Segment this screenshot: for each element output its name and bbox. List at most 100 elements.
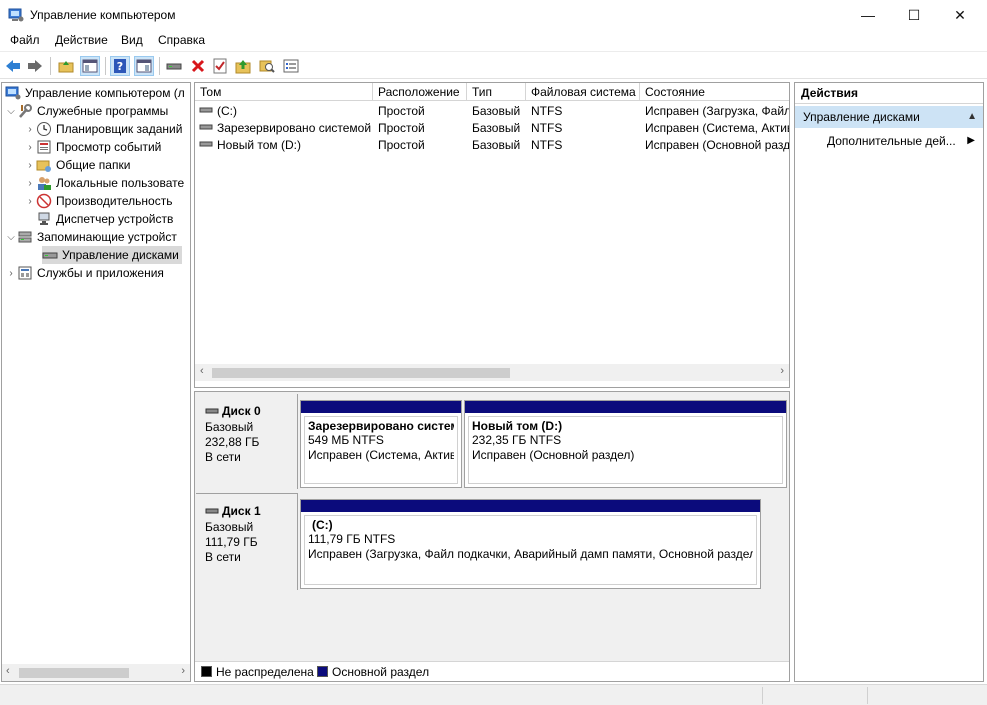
volume-filesystem: NTFS — [531, 138, 563, 152]
tree-item-shared-folders[interactable]: › Общие папки — [24, 156, 130, 174]
tree-item-label: Служебные программы — [37, 104, 169, 118]
show-hide-action-icon[interactable] — [134, 56, 154, 76]
svg-text:?: ? — [117, 60, 123, 73]
help-icon[interactable]: ? — [110, 56, 130, 76]
tree-item-services-apps[interactable]: › Службы и приложения — [5, 264, 164, 282]
scrollbar-thumb[interactable] — [212, 368, 510, 378]
tree-item-performance[interactable]: › Производительность — [24, 192, 172, 210]
legend-unallocated-swatch — [201, 666, 212, 677]
legend-unallocated-label: Не распределена — [216, 665, 314, 679]
volume-type: Базовый — [472, 138, 521, 152]
close-button[interactable]: ✕ — [937, 0, 983, 30]
partition-c[interactable]: (C:) 111,79 ГБ NTFS Исправен (Загрузка, … — [300, 499, 761, 589]
disk-management-icon — [42, 247, 58, 263]
tree-item-label: Локальные пользовате — [56, 176, 185, 190]
show-hide-tree-icon[interactable] — [80, 56, 100, 76]
tree-item-device-manager[interactable]: Диспетчер устройств — [36, 210, 173, 228]
tree-item-local-users[interactable]: › Локальные пользовате — [24, 174, 184, 192]
actions-section-disk-management[interactable]: Управление дисками ▲ — [795, 106, 983, 128]
chevron-right-icon[interactable]: › — [24, 142, 36, 153]
column-header-type[interactable]: Тип — [467, 83, 526, 101]
disk-name: Диск 1 — [205, 504, 261, 518]
disk-status: В сети — [205, 450, 241, 464]
chevron-right-icon[interactable]: › — [24, 160, 36, 171]
volume-name: Новый том (D:) — [217, 138, 301, 152]
chevron-right-icon[interactable]: › — [24, 178, 36, 189]
properties-icon[interactable] — [210, 56, 230, 76]
up-folder-icon[interactable] — [56, 56, 76, 76]
delete-icon[interactable] — [188, 56, 208, 76]
table-row[interactable]: Новый том (D:) Простой Базовый NTFS Испр… — [195, 137, 789, 154]
table-row[interactable]: Зарезервировано системой Простой Базовый… — [195, 120, 789, 137]
column-header-layout[interactable]: Расположение — [373, 83, 467, 101]
partition-size: 232,35 ГБ NTFS — [472, 433, 562, 447]
volume-icon — [199, 103, 215, 120]
back-arrow-icon[interactable] — [3, 56, 23, 76]
partition-reserved[interactable]: Зарезервировано систем 549 МБ NTFS Испра… — [300, 400, 462, 488]
volume-status: Исправен (Основной разд — [645, 138, 789, 152]
disk-0-label[interactable]: Диск 0 Базовый 232,88 ГБ В сети — [196, 394, 298, 489]
menu-view[interactable]: Вид — [121, 33, 143, 47]
actions-pane: Действия Управление дисками ▲ Дополнител… — [794, 82, 984, 682]
legend-primary-label: Основной раздел — [332, 665, 430, 679]
scroll-left-icon[interactable]: ‹ — [200, 365, 204, 377]
search-folder-icon[interactable] — [257, 56, 277, 76]
scroll-left-icon[interactable]: ‹ — [6, 665, 10, 677]
toolbar: ? — [0, 51, 987, 79]
partition-title: Новый том (D:) — [472, 419, 563, 433]
tree-item-disk-management[interactable]: Управление дисками — [42, 246, 182, 264]
actions-section-label: Управление дисками — [803, 110, 920, 124]
partition-bar — [465, 401, 786, 413]
legend: Не распределена Основной раздел — [195, 661, 789, 681]
disk-type: Базовый — [205, 420, 254, 434]
tree-item-event-viewer[interactable]: › Просмотр событий — [24, 138, 161, 156]
chevron-right-icon[interactable]: › — [24, 196, 36, 207]
partition-bar — [301, 500, 760, 512]
menu-file[interactable]: Файл — [10, 33, 40, 47]
partition-details: (C:) 111,79 ГБ NTFS Исправен (Загрузка, … — [304, 515, 757, 585]
volume-layout: Простой — [378, 104, 425, 118]
minimize-button[interactable]: — — [845, 0, 891, 30]
disk-1-label[interactable]: Диск 1 Базовый 111,79 ГБ В сети — [196, 493, 298, 590]
menu-action[interactable]: Действие — [55, 33, 108, 47]
column-header-volume[interactable]: Том — [195, 83, 373, 101]
tree-item-label: Запоминающие устройст — [37, 230, 177, 244]
forward-arrow-icon[interactable] — [25, 56, 45, 76]
connect-drive-icon[interactable] — [164, 56, 184, 76]
partition-new-volume-d[interactable]: Новый том (D:) 232,35 ГБ NTFS Исправен (… — [464, 400, 787, 488]
list-view-icon[interactable] — [281, 56, 301, 76]
volume-horizontal-scrollbar[interactable]: ‹ › — [195, 364, 789, 381]
disk-map: Диск 0 Базовый 232,88 ГБ В сети Зарезерв… — [194, 391, 790, 682]
tree-item-storage[interactable]: ⌵ Запоминающие устройст — [5, 228, 177, 246]
tree-item-label: Управление дисками — [62, 248, 179, 262]
volume-layout: Простой — [378, 138, 425, 152]
window-title: Управление компьютером — [30, 8, 176, 22]
volume-type: Базовый — [472, 104, 521, 118]
tree-horizontal-scrollbar[interactable]: ‹ › — [2, 664, 190, 681]
collapse-up-icon[interactable]: ▲ — [967, 106, 977, 128]
tree-item-label: Производительность — [56, 194, 173, 208]
computer-management-icon — [8, 7, 24, 23]
console-tree: Управление компьютером (л ⌵ Служебные пр… — [1, 82, 191, 682]
column-header-status[interactable]: Состояние — [640, 83, 789, 101]
submenu-arrow-icon[interactable]: ▶ — [967, 135, 975, 146]
disk-name-text: Диск 1 — [222, 504, 261, 518]
tree-item-task-scheduler[interactable]: › Планировщик заданий — [24, 120, 182, 138]
tree-item-system-tools[interactable]: ⌵ Служебные программы — [5, 102, 168, 120]
column-header-filesystem[interactable]: Файловая система — [526, 83, 640, 101]
folder-up-icon[interactable] — [233, 56, 253, 76]
chevron-right-icon[interactable]: › — [24, 124, 36, 135]
chevron-down-icon[interactable]: ⌵ — [5, 232, 17, 243]
tree-root[interactable]: Управление компьютером (л — [5, 84, 185, 102]
scroll-right-icon[interactable]: › — [181, 665, 185, 677]
more-actions-item[interactable]: Дополнительные дей... — [827, 134, 956, 148]
scrollbar-thumb[interactable] — [19, 668, 129, 678]
chevron-right-icon[interactable]: › — [5, 268, 17, 279]
scroll-right-icon[interactable]: › — [780, 365, 784, 377]
maximize-button[interactable]: ☐ — [891, 0, 937, 30]
tree-item-label: Диспетчер устройств — [56, 212, 174, 226]
table-row[interactable]: (C:) Простой Базовый NTFS Исправен (Загр… — [195, 103, 789, 120]
menu-help[interactable]: Справка — [158, 33, 205, 47]
partition-bar — [301, 401, 461, 413]
chevron-down-icon[interactable]: ⌵ — [5, 106, 17, 117]
